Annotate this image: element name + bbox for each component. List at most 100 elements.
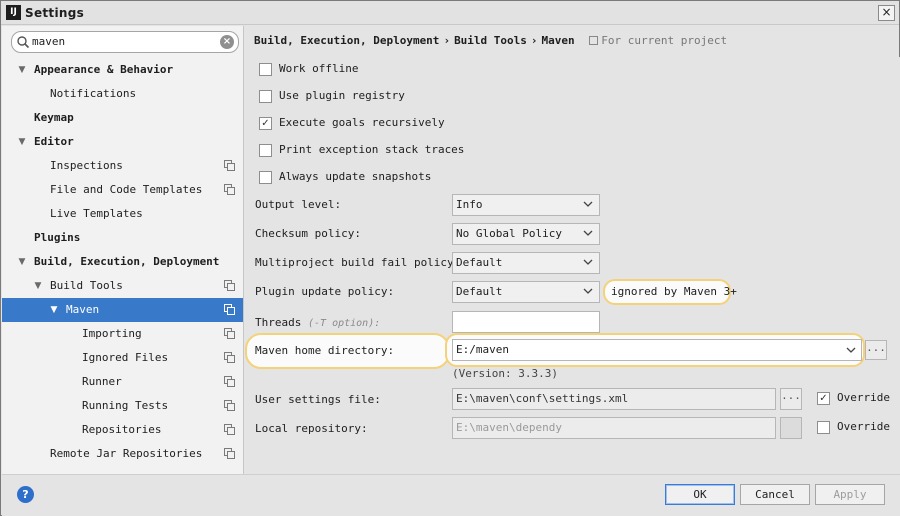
project-scope-icon xyxy=(224,328,235,339)
override-label: Override xyxy=(837,420,890,433)
tree-item-label: Running Tests xyxy=(82,399,169,412)
tree-item-label: Runner xyxy=(82,375,122,388)
tree-item[interactable]: Ignored Files xyxy=(2,346,243,370)
checkbox[interactable] xyxy=(259,144,272,157)
expand-arrow-icon[interactable]: ▼ xyxy=(32,274,44,298)
tree-item[interactable]: Inspections xyxy=(2,154,243,178)
multiproject-policy-label: Multiproject build fail policy: xyxy=(255,256,461,269)
tree-item-label: Ignored Files xyxy=(82,351,169,364)
user-settings-browse-button[interactable]: ... xyxy=(780,388,802,410)
tree-item[interactable]: File and Code Templates xyxy=(2,178,243,202)
project-scope-icon xyxy=(224,400,235,411)
threads-label: Threads (-T option): xyxy=(255,315,380,332)
tree-item[interactable]: Runner xyxy=(2,370,243,394)
expand-arrow-icon[interactable]: ▼ xyxy=(16,250,28,274)
search-icon xyxy=(17,36,30,49)
output-level-select[interactable]: Info xyxy=(452,194,600,216)
multiproject-policy-value: Default xyxy=(456,256,503,269)
project-scope-icon xyxy=(224,352,235,363)
user-settings-value: E:\maven\conf\settings.xml xyxy=(456,392,629,405)
help-icon[interactable]: ? xyxy=(17,486,34,503)
window-title: Settings xyxy=(25,6,85,20)
scope-text: For current project xyxy=(601,34,728,47)
override-checkbox[interactable] xyxy=(817,421,830,434)
breadcrumb: Build, Execution, Deployment › Build Tools… xyxy=(254,34,727,50)
output-level-value: Info xyxy=(456,198,483,211)
checkbox[interactable] xyxy=(259,171,272,184)
checkbox-label: Use plugin registry xyxy=(279,89,405,102)
tree-item-label: Live Templates xyxy=(50,207,143,220)
maven-home-browse-button[interactable]: ... xyxy=(865,340,887,360)
tree-item[interactable]: Notifications xyxy=(2,82,243,106)
apply-button[interactable]: Apply xyxy=(815,484,885,505)
project-scope-icon xyxy=(224,304,235,315)
tree-item-label: Plugins xyxy=(34,231,81,244)
plugin-update-note: ignored by Maven 3+ xyxy=(611,285,737,298)
tree-item[interactable]: Repositories xyxy=(2,418,243,442)
tree-item[interactable]: ▼ Build, Execution, Deployment xyxy=(2,250,243,274)
chevron-down-icon xyxy=(583,288,593,294)
checksum-policy-select[interactable]: No Global Policy xyxy=(452,223,600,245)
project-scope-icon xyxy=(589,36,599,45)
tree-item[interactable]: Plugins xyxy=(2,226,243,250)
checkbox[interactable]: ✓ xyxy=(259,117,272,130)
maven-settings-panel: Work offline Use plugin registry ✓ Execute … xyxy=(245,57,900,474)
local-repo-input[interactable]: E:\maven\dependy xyxy=(452,417,776,439)
local-repo-value: E:\maven\dependy xyxy=(456,421,562,434)
tree-item[interactable]: Live Templates xyxy=(2,202,243,226)
override-checkbox[interactable]: ✓ xyxy=(817,392,830,405)
ok-button[interactable]: OK xyxy=(665,484,735,505)
project-scope-icon xyxy=(224,376,235,387)
plugin-update-policy-select[interactable]: Default xyxy=(452,281,600,303)
tree-item-label: Appearance & Behavior xyxy=(34,63,174,76)
local-repo-browse-button[interactable] xyxy=(780,417,802,439)
checkbox[interactable] xyxy=(259,63,272,76)
maven-version-label: (Version: 3.3.3) xyxy=(452,367,558,380)
tree-item-label: Notifications xyxy=(50,87,137,100)
tree-item-label: Editor xyxy=(34,135,74,148)
tree-item[interactable]: ▼ Editor xyxy=(2,130,243,154)
breadcrumb-segment: Build Tools xyxy=(454,34,527,47)
title-bar: IJ Settings × xyxy=(1,1,899,25)
breadcrumb-segment: Maven xyxy=(541,34,575,47)
settings-window: IJ Settings × maven × ▼ Appearance & Beha… xyxy=(0,0,900,516)
multiproject-policy-select[interactable]: Default xyxy=(452,252,600,274)
project-scope-icon xyxy=(224,160,235,171)
expand-arrow-icon[interactable]: ▼ xyxy=(16,58,28,82)
search-input[interactable]: maven xyxy=(32,35,65,48)
tree-item[interactable]: Keymap xyxy=(2,106,243,130)
project-scope-icon xyxy=(224,448,235,459)
tree-item[interactable]: ▼ Maven xyxy=(2,298,243,322)
tree-item-label: Build Tools xyxy=(50,279,123,292)
tree-item[interactable]: Remote Jar Repositories xyxy=(2,442,243,466)
scope-label: For current project xyxy=(589,34,727,47)
checkbox-label: Print exception stack traces xyxy=(279,143,465,156)
expand-arrow-icon[interactable]: ▼ xyxy=(48,298,60,322)
expand-arrow-icon[interactable]: ▼ xyxy=(16,130,28,154)
cancel-button[interactable]: Cancel xyxy=(740,484,810,505)
close-button[interactable]: × xyxy=(878,5,895,21)
tree-item[interactable]: ▼ Build Tools xyxy=(2,274,243,298)
chevron-down-icon xyxy=(846,347,856,353)
checkbox[interactable] xyxy=(259,90,272,103)
threads-input[interactable] xyxy=(452,311,600,333)
dialog-button-bar: ? OK Cancel Apply xyxy=(2,474,900,516)
tree-item[interactable]: Importing xyxy=(2,322,243,346)
user-settings-input[interactable]: E:\maven\conf\settings.xml xyxy=(452,388,776,410)
breadcrumb-separator: › xyxy=(443,34,451,47)
threads-label-text: Threads xyxy=(255,316,302,329)
maven-home-input[interactable]: E:/maven xyxy=(452,339,862,361)
tree-item[interactable]: Running Tests xyxy=(2,394,243,418)
tree-item-label: Build, Execution, Deployment xyxy=(34,255,220,268)
checkbox-label: Always update snapshots xyxy=(279,170,432,183)
tree-item[interactable]: ▼ Appearance & Behavior xyxy=(2,58,243,82)
clear-search-icon[interactable]: × xyxy=(220,35,234,49)
search-field[interactable]: maven × xyxy=(11,31,239,53)
override-label: Override xyxy=(837,391,890,404)
settings-tree-pane: maven × ▼ Appearance & Behavior Notificati… xyxy=(2,26,244,474)
breadcrumb-segment: Build, Execution, Deployment xyxy=(254,34,440,47)
tree-item-label: Inspections xyxy=(50,159,123,172)
chevron-down-icon xyxy=(583,201,593,207)
chevron-down-icon xyxy=(583,259,593,265)
plugin-update-policy-value: Default xyxy=(456,285,503,298)
